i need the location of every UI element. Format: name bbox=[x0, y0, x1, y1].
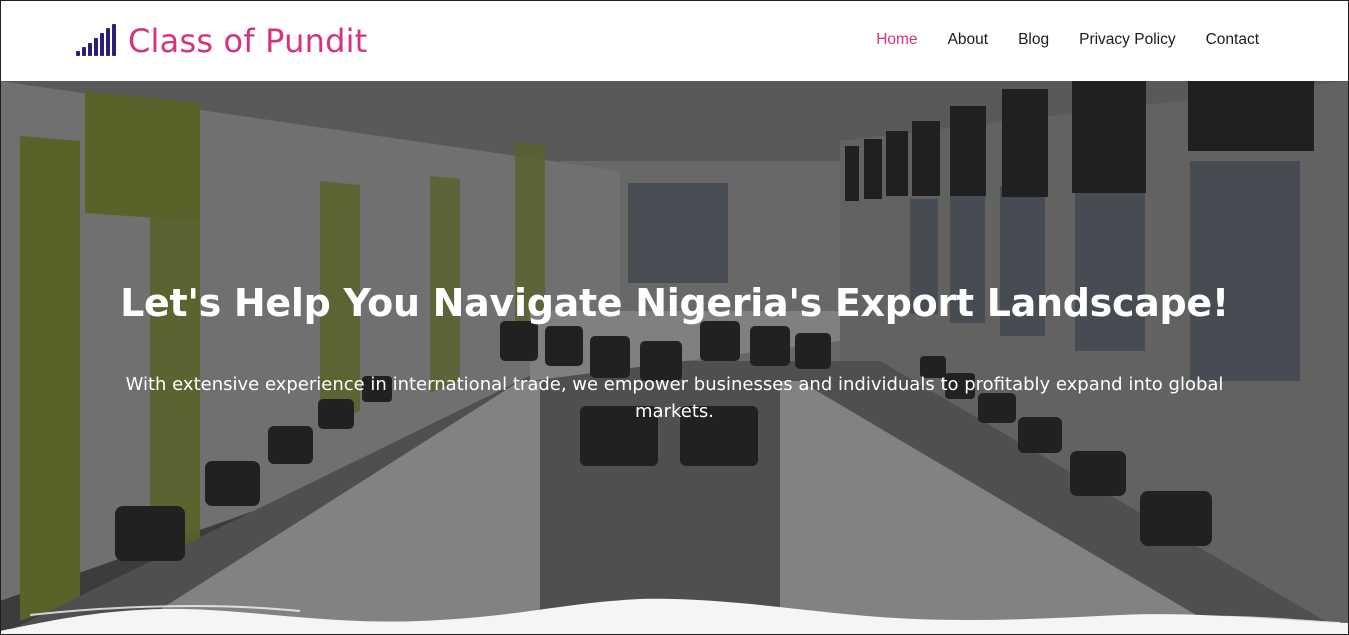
nav-item-home[interactable]: Home bbox=[876, 29, 917, 51]
signal-bars-icon bbox=[76, 24, 122, 58]
hero-subtitle: With extensive experience in internation… bbox=[125, 374, 1224, 422]
nav-item-about[interactable]: About bbox=[948, 29, 989, 51]
nav-item-privacy-policy[interactable]: Privacy Policy bbox=[1079, 29, 1175, 51]
hero-title: Let's Help You Navigate Nigeria's Export… bbox=[120, 281, 1229, 325]
wave-divider bbox=[0, 598, 1349, 635]
main-nav: Home About Blog Privacy Policy Contact bbox=[876, 29, 1259, 51]
hero-section: Let's Help You Navigate Nigeria's Export… bbox=[0, 81, 1349, 635]
site-header: Class of Pundit Home About Blog Privacy … bbox=[0, 0, 1349, 81]
site-logo[interactable]: Class of Pundit bbox=[76, 22, 367, 60]
brand-name: Class of Pundit bbox=[128, 22, 368, 60]
nav-item-blog[interactable]: Blog bbox=[1018, 29, 1049, 51]
nav-item-contact[interactable]: Contact bbox=[1206, 29, 1259, 51]
